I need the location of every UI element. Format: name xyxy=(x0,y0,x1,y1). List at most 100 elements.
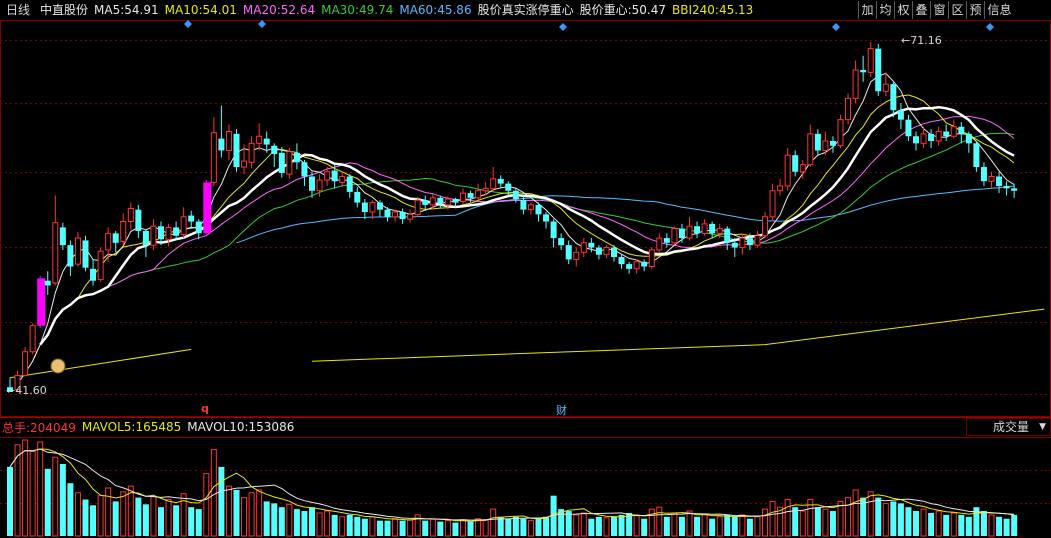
event-marker-financial[interactable]: 财 xyxy=(556,402,567,418)
volume-bar xyxy=(845,497,852,537)
volume-bar xyxy=(588,518,595,536)
volume-bar xyxy=(467,521,474,536)
candle-body xyxy=(807,133,814,166)
volume-bar xyxy=(82,499,89,536)
mavol10: MAVOL10:153086 xyxy=(187,420,294,434)
volume-indicator-value: 成交量 xyxy=(993,420,1030,434)
money-bag-icon xyxy=(50,358,66,374)
volume-bar xyxy=(44,468,51,536)
volume-bar xyxy=(203,473,210,537)
candle-body xyxy=(165,226,172,240)
candle-body xyxy=(460,192,466,202)
volume-bar xyxy=(165,499,172,537)
toolbar-window-button[interactable]: 窗 xyxy=(930,1,948,19)
volume-bar xyxy=(475,518,482,537)
candle-body xyxy=(535,204,542,215)
candle-body xyxy=(241,160,248,168)
ma30-value: 49.74 xyxy=(358,3,394,17)
event-marker-q[interactable]: q xyxy=(201,402,209,415)
toolbar-average-button[interactable]: 均 xyxy=(876,1,894,19)
candle-body xyxy=(928,133,935,141)
candle-body xyxy=(663,238,670,243)
candle-body xyxy=(316,179,323,192)
candle-body xyxy=(686,225,693,239)
volume-bar xyxy=(648,508,655,537)
volume-bar xyxy=(988,514,995,537)
candle-body xyxy=(127,207,134,222)
candle-body xyxy=(852,69,859,99)
volume-bar xyxy=(739,514,746,537)
mavol5: MAVOL5:165485 xyxy=(82,420,181,434)
mavol10-value: 153086 xyxy=(248,420,295,434)
volume-bar xyxy=(527,520,534,537)
chart-header: 日线 中直股份 MA5:54.91 MA10:54.01 MA20:52.64 … xyxy=(0,0,858,20)
bbi240-line xyxy=(311,308,1045,362)
volume-bar xyxy=(218,466,225,536)
candle-body xyxy=(573,251,580,260)
indicator-true-limit-center: 股价真实涨停重心 xyxy=(477,3,574,17)
volume-bar xyxy=(444,520,451,537)
low-price-label: ←41.60 xyxy=(6,384,47,397)
volume-bar xyxy=(497,516,504,536)
candle-body xyxy=(354,191,361,203)
candle-body xyxy=(52,222,59,284)
volume-bar xyxy=(437,521,444,536)
volume-bar xyxy=(716,516,723,537)
candle-body xyxy=(746,238,753,246)
volume-bar xyxy=(822,508,829,537)
candle-body xyxy=(950,126,957,137)
candle-body xyxy=(512,190,519,200)
volume-bar xyxy=(611,516,617,536)
candle-body xyxy=(399,212,406,220)
volume-bar xyxy=(996,516,1003,536)
volume-bar xyxy=(958,514,965,536)
candle-body xyxy=(671,228,678,244)
volume-indicator-select[interactable]: 成交量 ▼ xyxy=(966,418,1051,436)
candle-body xyxy=(739,237,746,249)
candle-body xyxy=(158,226,164,240)
candle-body xyxy=(105,232,112,251)
toolbar-rights-button[interactable]: 权 xyxy=(894,1,912,19)
toolbar-add-button[interactable]: 加 xyxy=(858,1,876,19)
toolbar-info-button[interactable]: 信息 xyxy=(984,1,1014,19)
candle-body xyxy=(829,140,836,146)
volume-bar xyxy=(641,518,648,536)
volume-bar xyxy=(505,518,512,536)
volume-bar xyxy=(399,520,406,536)
candle-body xyxy=(203,182,212,234)
volume-bar xyxy=(452,522,459,536)
candle-body xyxy=(626,264,633,269)
volume-bar xyxy=(29,451,36,537)
ma60-indicator: MA60:45.86 xyxy=(399,0,471,20)
volume-bar xyxy=(633,514,640,537)
ma10-label: MA10: xyxy=(164,3,203,17)
period-label[interactable]: 日线 xyxy=(6,0,30,20)
volume-bar xyxy=(173,505,180,536)
candle-body xyxy=(701,223,708,234)
toolbar-overlay-button[interactable]: 叠 xyxy=(912,1,930,19)
volume-bar xyxy=(663,516,670,536)
volume-bar xyxy=(875,497,882,536)
candle-body xyxy=(22,351,29,376)
volume-bar xyxy=(301,511,308,536)
candle-body xyxy=(558,238,565,246)
candle-body xyxy=(611,247,617,258)
volume-bar xyxy=(520,518,527,536)
volume-bar xyxy=(943,514,950,536)
candle-body xyxy=(278,152,285,173)
volume-bar xyxy=(694,516,701,536)
kline-chart[interactable] xyxy=(0,0,1051,538)
volume-bar xyxy=(158,507,164,536)
candle-body xyxy=(905,119,912,137)
volume-bar xyxy=(882,502,889,537)
toolbar-alert-button[interactable]: 预 xyxy=(966,1,984,19)
volume-bar xyxy=(829,511,836,536)
ma30-indicator: MA30:49.74 xyxy=(321,0,393,20)
candle-body xyxy=(875,48,882,92)
candle-body xyxy=(452,199,459,203)
toolbar-range-button[interactable]: 区 xyxy=(948,1,966,19)
candle-body xyxy=(263,138,270,145)
candle-body xyxy=(173,227,180,236)
volume-bar xyxy=(309,507,315,536)
candle-body xyxy=(361,202,368,213)
